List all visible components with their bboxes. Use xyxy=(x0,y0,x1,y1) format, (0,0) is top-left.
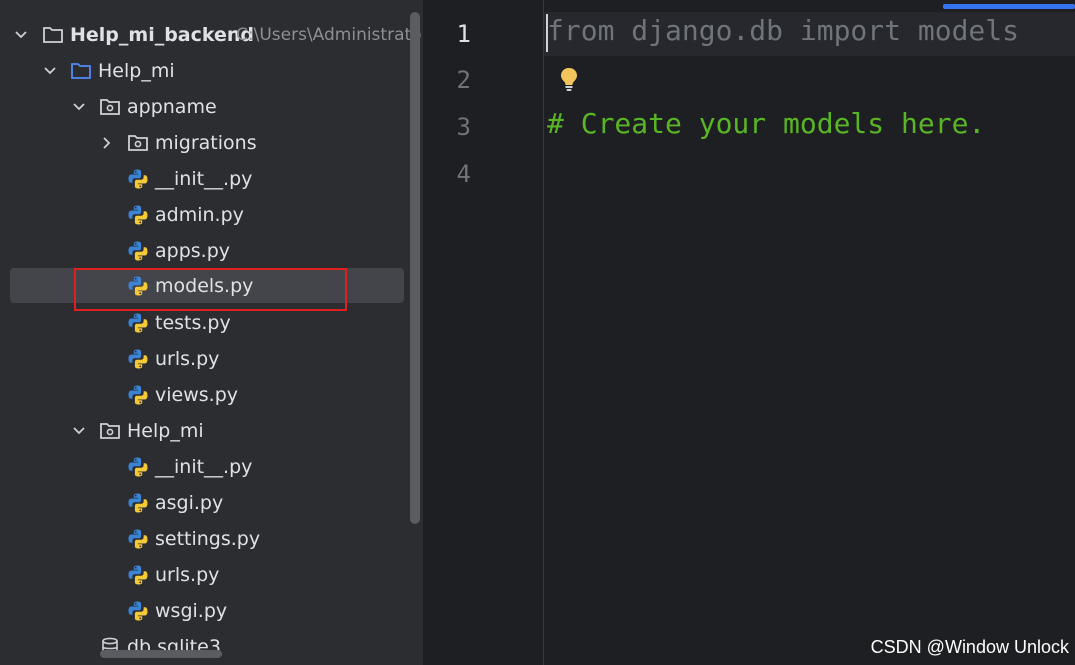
tree-item-init-py[interactable]: __init__.py xyxy=(0,449,423,485)
python-file-icon xyxy=(127,384,149,406)
tree-item-label: Help_mi xyxy=(98,60,175,82)
python-file-icon xyxy=(127,492,149,514)
red-highlight-annotation xyxy=(74,268,347,311)
python-file-icon xyxy=(127,204,149,226)
tree-item-migrations[interactable]: migrations xyxy=(0,125,423,161)
tree-item-label: views.py xyxy=(155,384,238,406)
tree-item-label: Help_mi xyxy=(127,420,204,442)
project-tree-panel: Help_mi_backend C:\Users\Administrato He… xyxy=(0,0,423,665)
tree-item-init-py[interactable]: __init__.py xyxy=(0,161,423,197)
editor-tab-indicator xyxy=(943,4,1075,9)
python-file-icon xyxy=(127,564,149,586)
python-file-icon xyxy=(127,240,149,262)
code-line-comment[interactable]: # Create your models here. xyxy=(547,107,985,140)
package-folder-icon xyxy=(127,132,149,154)
package-folder-icon xyxy=(99,420,121,442)
tree-item-apps-py[interactable]: apps.py xyxy=(0,233,423,269)
python-file-icon xyxy=(127,168,149,190)
tree-item-views-py[interactable]: views.py xyxy=(0,377,423,413)
tree-item-label: appname xyxy=(127,96,217,118)
tree-item-label: wsgi.py xyxy=(155,600,228,622)
tree-item-settings-py[interactable]: settings.py xyxy=(0,521,423,557)
tree-item-label: urls.py xyxy=(155,564,220,586)
watermark-text: CSDN @Window Unlock xyxy=(870,637,1069,657)
line-number: 3 xyxy=(456,113,471,141)
tree-item-appname[interactable]: appname xyxy=(0,89,423,125)
python-file-icon xyxy=(127,600,149,622)
tree-item-label: apps.py xyxy=(155,240,231,262)
line-number: 1 xyxy=(456,20,471,48)
line-number: 4 xyxy=(456,160,471,188)
tree-item-asgi-py[interactable]: asgi.py xyxy=(0,485,423,521)
tree-item-help-mi-folder[interactable]: Help_mi xyxy=(0,53,423,89)
tree-item-label: admin.py xyxy=(155,204,244,226)
root-label: Help_mi_backend xyxy=(70,24,255,46)
python-file-icon xyxy=(127,456,149,478)
package-folder-icon xyxy=(99,96,121,118)
tree-item-label: tests.py xyxy=(155,312,231,334)
root-path: C:\Users\Administrato xyxy=(236,25,422,45)
tree-item-urls-py[interactable]: urls.py xyxy=(0,341,423,377)
tree-item-db-sqlite3[interactable]: db.sqlite3 xyxy=(0,629,423,665)
tree-item-label: __init__.py xyxy=(155,456,253,478)
folder-blue-icon xyxy=(70,60,92,82)
chevron-down-icon[interactable] xyxy=(72,424,86,438)
tree-item-help-mi-package[interactable]: Help_mi xyxy=(0,413,423,449)
line-number: 2 xyxy=(456,66,471,94)
python-file-icon xyxy=(127,528,149,550)
chevron-right-icon[interactable] xyxy=(100,136,114,150)
tree-item-wsgi-py[interactable]: wsgi.py xyxy=(0,593,423,629)
code-line-import[interactable]: from django.db import models xyxy=(547,14,1019,47)
chevron-down-icon[interactable] xyxy=(72,100,86,114)
tree-item-label: migrations xyxy=(155,132,257,154)
tree-item-admin-py[interactable]: admin.py xyxy=(0,197,423,233)
vertical-scrollbar[interactable] xyxy=(410,12,420,524)
chevron-down-icon[interactable] xyxy=(14,28,28,42)
folder-icon xyxy=(42,24,64,46)
lightbulb-icon[interactable] xyxy=(558,66,580,92)
horizontal-scrollbar[interactable] xyxy=(100,650,222,658)
python-file-icon xyxy=(127,348,149,370)
tree-root-help-mi-backend[interactable]: Help_mi_backend C:\Users\Administrato xyxy=(0,17,423,53)
gutter-divider xyxy=(543,0,544,665)
code-editor[interactable]: 1 2 3 4 from django.db import models # C… xyxy=(423,0,1075,665)
python-file-icon xyxy=(127,312,149,334)
tree-item-label: __init__.py xyxy=(155,168,253,190)
chevron-down-icon[interactable] xyxy=(43,64,57,78)
tree-item-label: settings.py xyxy=(155,528,261,550)
tree-item-label: asgi.py xyxy=(155,492,224,514)
tree-item-urls-py[interactable]: urls.py xyxy=(0,557,423,593)
tree-item-label: urls.py xyxy=(155,348,220,370)
text-caret xyxy=(546,14,548,52)
